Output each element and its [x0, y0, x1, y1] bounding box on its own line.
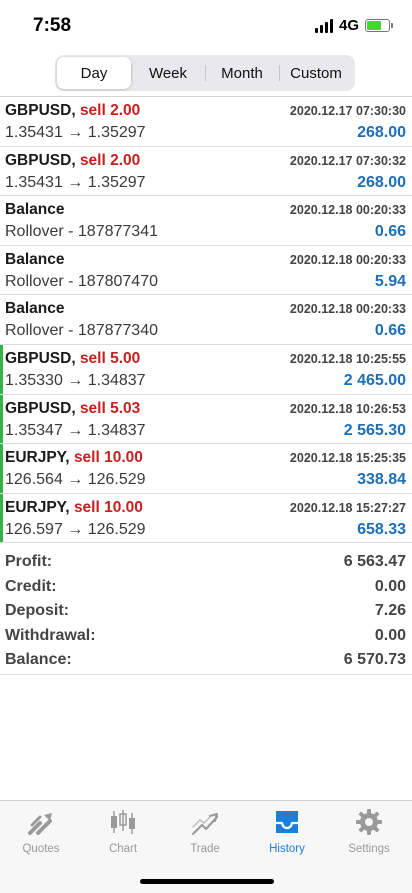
row-amount: 0.66: [374, 322, 406, 340]
row-date: 2020.12.18 15:25:35: [289, 451, 406, 466]
summary-label: Balance:: [5, 651, 72, 668]
summary-row-credit: Credit: 0.00: [0, 576, 412, 601]
tab-label: Trade: [190, 843, 220, 855]
row-amount: 2 465.00: [343, 371, 406, 389]
row-date: 2020.12.18 00:20:33: [289, 252, 406, 267]
row-detail: 126.564 → 126.529: [5, 471, 146, 489]
row-action: sell 10.00: [73, 498, 143, 516]
status-indicators: 4G: [314, 17, 393, 34]
row-amount: 5.94: [374, 272, 406, 290]
status-time: 7:58: [33, 15, 72, 36]
summary-value: 0.00: [374, 626, 406, 644]
history-row[interactable]: GBPUSD, sell 5.00 2020.12.18 10:25:55 1.…: [0, 344, 412, 395]
row-symbol: Balance: [5, 201, 65, 219]
segment-week[interactable]: Week: [131, 57, 205, 89]
history-row[interactable]: EURJPY, sell 10.00 2020.12.18 15:27:27 1…: [0, 493, 412, 544]
row-detail: 1.35347 → 1.34837: [5, 421, 146, 439]
row-date: 2020.12.18 00:20:33: [289, 302, 406, 317]
row-detail: Rollover - 187877341: [5, 223, 158, 241]
row-detail: Rollover - 187877340: [5, 322, 158, 340]
signal-icon: [314, 18, 333, 33]
row-detail: 1.35431 → 1.35297: [5, 173, 146, 191]
history-row[interactable]: GBPUSD, sell 5.03 2020.12.18 10:26:53 1.…: [0, 394, 412, 445]
tab-history[interactable]: History: [246, 807, 328, 867]
history-row[interactable]: GBPUSD, sell 2.00 2020.12.17 07:30:32 1.…: [0, 147, 412, 197]
segment-day[interactable]: Day: [57, 57, 131, 89]
row-amount: 0.66: [374, 223, 406, 241]
summary-label: Credit:: [5, 577, 57, 595]
tab-label: Quotes: [22, 843, 60, 855]
row-amount: 268.00: [357, 173, 406, 191]
battery-icon: [365, 19, 393, 32]
row-amount: 2 565.30: [343, 421, 406, 439]
summary-row-withdrawal: Withdrawal: 0.00: [0, 625, 412, 650]
history-row[interactable]: EURJPY, sell 10.00 2020.12.18 15:25:35 1…: [0, 444, 412, 494]
summary-value: 0.00: [374, 577, 406, 595]
row-detail: 1.35431 → 1.35297: [5, 124, 146, 141]
tab-label: History: [269, 843, 305, 855]
summary-row-profit: Profit: 6 563.47: [0, 551, 412, 576]
row-symbol: EURJPY,: [5, 498, 70, 516]
row-detail: Rollover - 187807470: [5, 272, 158, 290]
row-symbol: GBPUSD,: [5, 151, 76, 169]
row-symbol: Balance: [5, 300, 65, 318]
row-date: 2020.12.18 15:27:27: [289, 500, 406, 515]
summary-label: Withdrawal:: [5, 626, 96, 644]
home-indicator: [140, 879, 274, 884]
chart-icon: [111, 810, 135, 834]
account-summary: Profit: 6 563.47 Credit: 0.00 Deposit: 7…: [0, 543, 412, 675]
network-label: 4G: [338, 17, 359, 34]
row-symbol: GBPUSD,: [5, 102, 76, 119]
tab-settings[interactable]: Settings: [328, 807, 410, 867]
row-symbol: GBPUSD,: [5, 349, 76, 367]
summary-label: Deposit:: [5, 602, 69, 619]
summary-value: 6 570.73: [343, 651, 406, 668]
row-symbol: Balance: [5, 250, 65, 268]
summary-value: 7.26: [374, 602, 406, 619]
row-date: 2020.12.18 10:26:53: [289, 401, 406, 416]
row-amount: 268.00: [357, 124, 406, 141]
row-action: sell 5.00: [79, 349, 141, 367]
row-action: sell 2.00: [79, 151, 141, 169]
segment-month[interactable]: Month: [205, 57, 279, 89]
row-amount: 658.33: [357, 520, 406, 538]
status-bar: 7:58 4G: [0, 0, 412, 50]
segment-custom[interactable]: Custom: [279, 57, 353, 89]
tab-chart[interactable]: Chart: [82, 807, 164, 867]
period-segmented-control: Day Week Month Custom: [55, 55, 355, 91]
row-detail: 1.35330 → 1.34837: [5, 371, 146, 389]
history-icon: [276, 811, 298, 833]
row-date: 2020.12.18 00:20:33: [289, 203, 406, 218]
summary-value: 6 563.47: [343, 553, 406, 570]
row-date: 2020.12.18 10:25:55: [289, 351, 406, 366]
trade-icon: [191, 812, 219, 836]
row-action: sell 5.03: [79, 399, 141, 417]
history-row[interactable]: Balance 2020.12.18 00:20:33 Rollover - 1…: [0, 295, 412, 345]
summary-label: Profit:: [5, 553, 53, 570]
history-row[interactable]: GBPUSD, sell 2.00 2020.12.17 07:30:30 1.…: [0, 97, 412, 147]
history-row[interactable]: Balance 2020.12.18 00:20:33 Rollover - 1…: [0, 246, 412, 296]
tab-trade[interactable]: Trade: [164, 807, 246, 867]
tab-quotes[interactable]: Quotes: [0, 807, 82, 867]
row-symbol: EURJPY,: [5, 449, 70, 467]
tab-label: Settings: [348, 843, 390, 855]
row-action: sell 2.00: [79, 102, 141, 119]
quotes-icon: [28, 813, 52, 835]
row-detail: 126.597 → 126.529: [5, 520, 146, 538]
row-date: 2020.12.17 07:30:30: [289, 104, 406, 118]
row-date: 2020.12.17 07:30:32: [289, 153, 406, 168]
row-amount: 338.84: [357, 471, 406, 489]
row-action: sell 10.00: [73, 449, 143, 467]
tab-label: Chart: [108, 843, 138, 855]
summary-row-deposit: Deposit: 7.26: [0, 600, 412, 625]
history-list: GBPUSD, sell 2.00 2020.12.17 07:30:30 1.…: [0, 96, 412, 544]
history-row[interactable]: Balance 2020.12.18 00:20:33 Rollover - 1…: [0, 196, 412, 246]
row-symbol: GBPUSD,: [5, 399, 76, 417]
gear-icon: [356, 809, 382, 835]
summary-row-balance: Balance: 6 570.73: [0, 649, 412, 674]
